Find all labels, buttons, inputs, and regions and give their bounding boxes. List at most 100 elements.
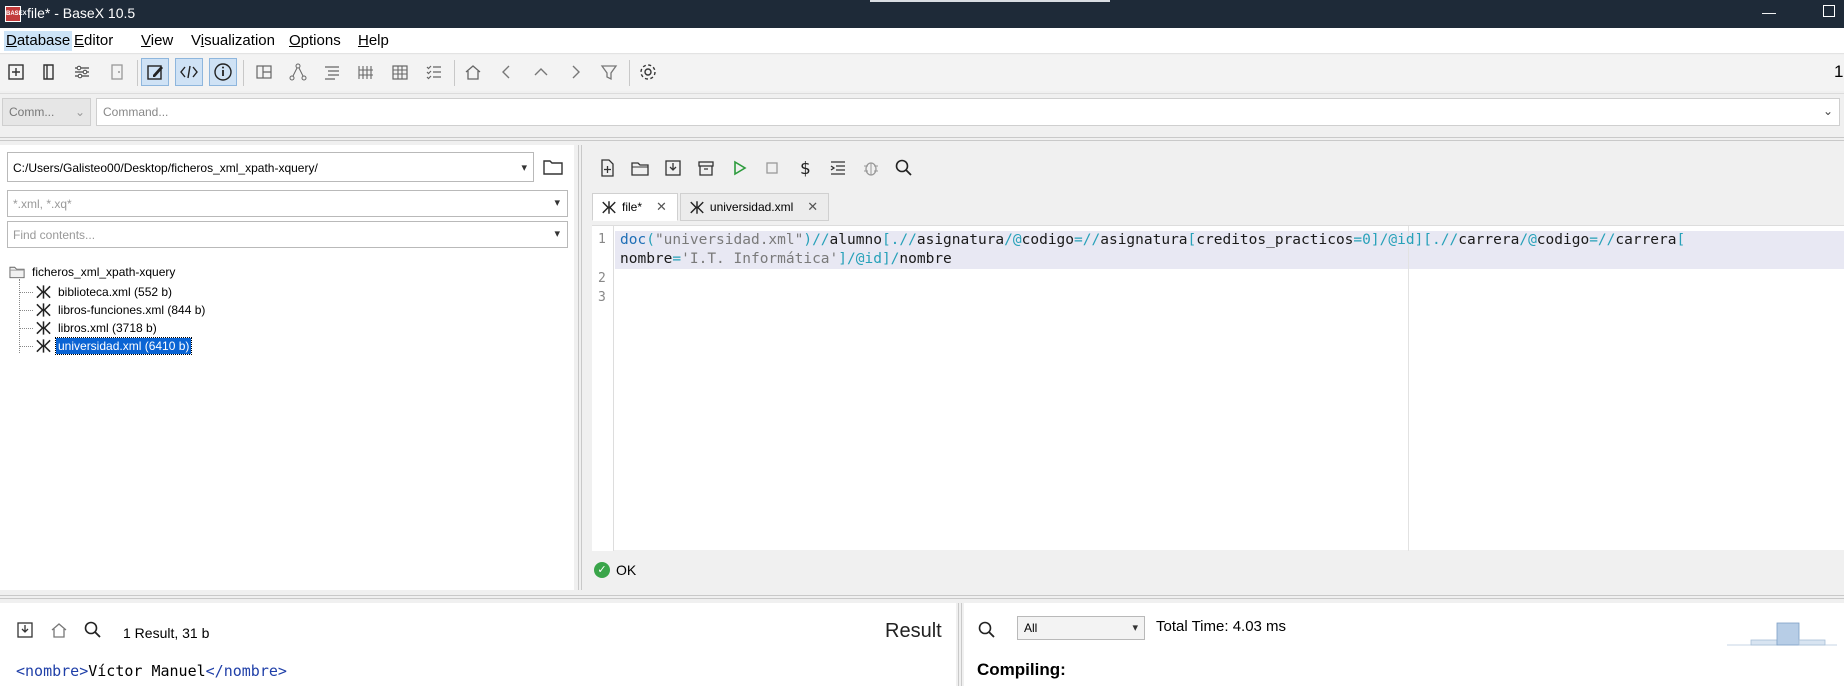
- svg-text:$: $: [800, 159, 811, 178]
- code-line-1-wrap: nombre='I.T. Informática']/@id]/nombre: [620, 251, 952, 267]
- code-editor[interactable]: 1 2 3 doc("universidad.xml")//alumno[.//…: [592, 225, 1844, 551]
- command-input[interactable]: Command... ⌄: [96, 98, 1840, 126]
- command-mode-select[interactable]: Comm... ⌄: [2, 98, 91, 126]
- folder-view-icon[interactable]: [318, 58, 346, 86]
- menu-help[interactable]: Help: [356, 32, 391, 49]
- filter-icon[interactable]: [595, 58, 623, 86]
- tree-file[interactable]: biblioteca.xml (552 b): [20, 283, 174, 301]
- search-icon[interactable]: [976, 619, 998, 641]
- tab-file[interactable]: file* ✕: [592, 193, 678, 221]
- variables-dollar-icon[interactable]: $: [792, 155, 818, 181]
- chevron-down-icon[interactable]: ⌄: [1823, 104, 1833, 118]
- project-path-select[interactable]: C:/Users/Galisteo00/Desktop/ficheros_xml…: [7, 152, 534, 182]
- search-icon[interactable]: [891, 155, 917, 181]
- result-panel: 1 Result, 31 b Result <nombre>Víctor Man…: [0, 603, 956, 686]
- new-database-icon[interactable]: [2, 58, 30, 86]
- menu-visualization[interactable]: Visualization: [189, 32, 277, 49]
- forward-icon[interactable]: [561, 58, 589, 86]
- basex-app-icon: BASEX: [5, 6, 27, 22]
- back-icon[interactable]: [493, 58, 521, 86]
- file-filter-placeholder: *.xml, *.xq*: [13, 197, 72, 211]
- result-value: Víctor Manuel: [88, 662, 206, 680]
- vertical-splitter[interactable]: [576, 145, 584, 590]
- folder-icon: [543, 160, 563, 175]
- chevron-down-icon[interactable]: ▾: [554, 196, 560, 209]
- toolbar-right-text: 1: [1834, 62, 1844, 81]
- close-tab-icon[interactable]: ✕: [656, 199, 667, 215]
- map-view-icon[interactable]: [250, 58, 278, 86]
- compiling-heading: Compiling:: [977, 660, 1066, 679]
- tab-label: universidad.xml: [709, 200, 794, 214]
- horizontal-splitter[interactable]: [0, 135, 1844, 143]
- line-number: 2: [598, 271, 606, 286]
- table-view-icon[interactable]: [386, 58, 414, 86]
- save-result-icon[interactable]: [14, 619, 36, 641]
- chevron-down-icon: ▾: [521, 162, 527, 174]
- close-database-icon[interactable]: [103, 58, 131, 86]
- basex-file-icon: [36, 321, 51, 335]
- project-toggle-icon[interactable]: [175, 58, 203, 86]
- properties-icon[interactable]: [68, 58, 96, 86]
- find-contents-placeholder: Find contents...: [13, 228, 96, 242]
- tree-view-icon[interactable]: [284, 58, 312, 86]
- explorer-view-icon[interactable]: [420, 58, 448, 86]
- timing-bar: [1776, 622, 1800, 646]
- format-code-icon[interactable]: [825, 155, 851, 181]
- command-row: Comm... ⌄ Command... ⌄: [0, 93, 1844, 129]
- menu-editor[interactable]: Editor: [72, 32, 115, 49]
- tree-file-selected[interactable]: universidad.xml (6410 b): [20, 337, 193, 355]
- total-time: Total Time: 4.03 ms: [1156, 618, 1287, 635]
- tab-label: file*: [622, 200, 643, 214]
- minimize-button[interactable]: —: [1762, 4, 1776, 20]
- timing-chart: [1727, 622, 1837, 646]
- editor-toggle-icon[interactable]: [141, 58, 169, 86]
- basex-file-icon: [690, 200, 704, 214]
- open-database-icon[interactable]: [35, 58, 63, 86]
- vertical-splitter[interactable]: [956, 603, 964, 686]
- tree-file-label: libros.xml (3718 b): [58, 321, 157, 335]
- toolbar-separator: [454, 60, 455, 86]
- preferences-gear-icon[interactable]: [634, 58, 662, 86]
- chevron-down-icon: ⌄: [74, 105, 85, 119]
- tree-folder[interactable]: ficheros_xml_xpath-xquery: [9, 263, 177, 281]
- close-tab-icon[interactable]: ✕: [807, 199, 818, 215]
- tree-connector: [20, 291, 33, 293]
- search-icon[interactable]: [82, 619, 104, 641]
- timing-bar: [1750, 639, 1778, 646]
- window-title: file* - BaseX 10.5: [27, 5, 136, 21]
- open-file-icon[interactable]: [627, 155, 653, 181]
- title-bar: BASEX file* - BaseX 10.5 —: [0, 0, 1844, 28]
- tree-connector: [20, 309, 33, 311]
- file-filter-input[interactable]: *.xml, *.xq* ▾: [7, 190, 568, 217]
- menu-database[interactable]: Database: [4, 31, 73, 51]
- tree-file[interactable]: libros.xml (3718 b): [20, 319, 159, 337]
- result-title: Result: [885, 620, 942, 642]
- info-filter-select[interactable]: All ▾: [1017, 616, 1145, 640]
- tree-file[interactable]: libros-funciones.xml (844 b): [20, 301, 207, 319]
- menu-options[interactable]: Options: [287, 32, 343, 49]
- save-file-icon[interactable]: [660, 155, 686, 181]
- stop-query-icon[interactable]: [759, 155, 785, 181]
- up-icon[interactable]: [527, 58, 555, 86]
- choose-folder-button[interactable]: [538, 152, 568, 182]
- restore-button[interactable]: [1823, 5, 1835, 17]
- archive-icon[interactable]: [693, 155, 719, 181]
- tab-universidad[interactable]: universidad.xml ✕: [679, 193, 830, 221]
- home-icon[interactable]: [48, 619, 70, 641]
- line-number: 1: [598, 232, 606, 247]
- home-icon[interactable]: [459, 58, 487, 86]
- new-file-icon[interactable]: [594, 155, 620, 181]
- title-strip: [870, 0, 1110, 2]
- plot-view-icon[interactable]: [352, 58, 380, 86]
- run-query-icon[interactable]: [726, 155, 752, 181]
- editor-status: ✓ OK: [592, 558, 636, 582]
- chevron-down-icon[interactable]: ▾: [554, 227, 560, 240]
- debug-bug-icon[interactable]: [858, 155, 884, 181]
- info-toggle-icon[interactable]: [209, 58, 237, 86]
- tree-file-label: libros-funciones.xml (844 b): [58, 303, 206, 317]
- find-contents-input[interactable]: Find contents... ▾: [7, 221, 568, 248]
- horizontal-splitter[interactable]: [0, 593, 1844, 601]
- menu-view[interactable]: View: [139, 32, 175, 49]
- basex-file-icon: [602, 200, 616, 214]
- menu-bar: Database Editor View Visualization Optio…: [0, 28, 1844, 54]
